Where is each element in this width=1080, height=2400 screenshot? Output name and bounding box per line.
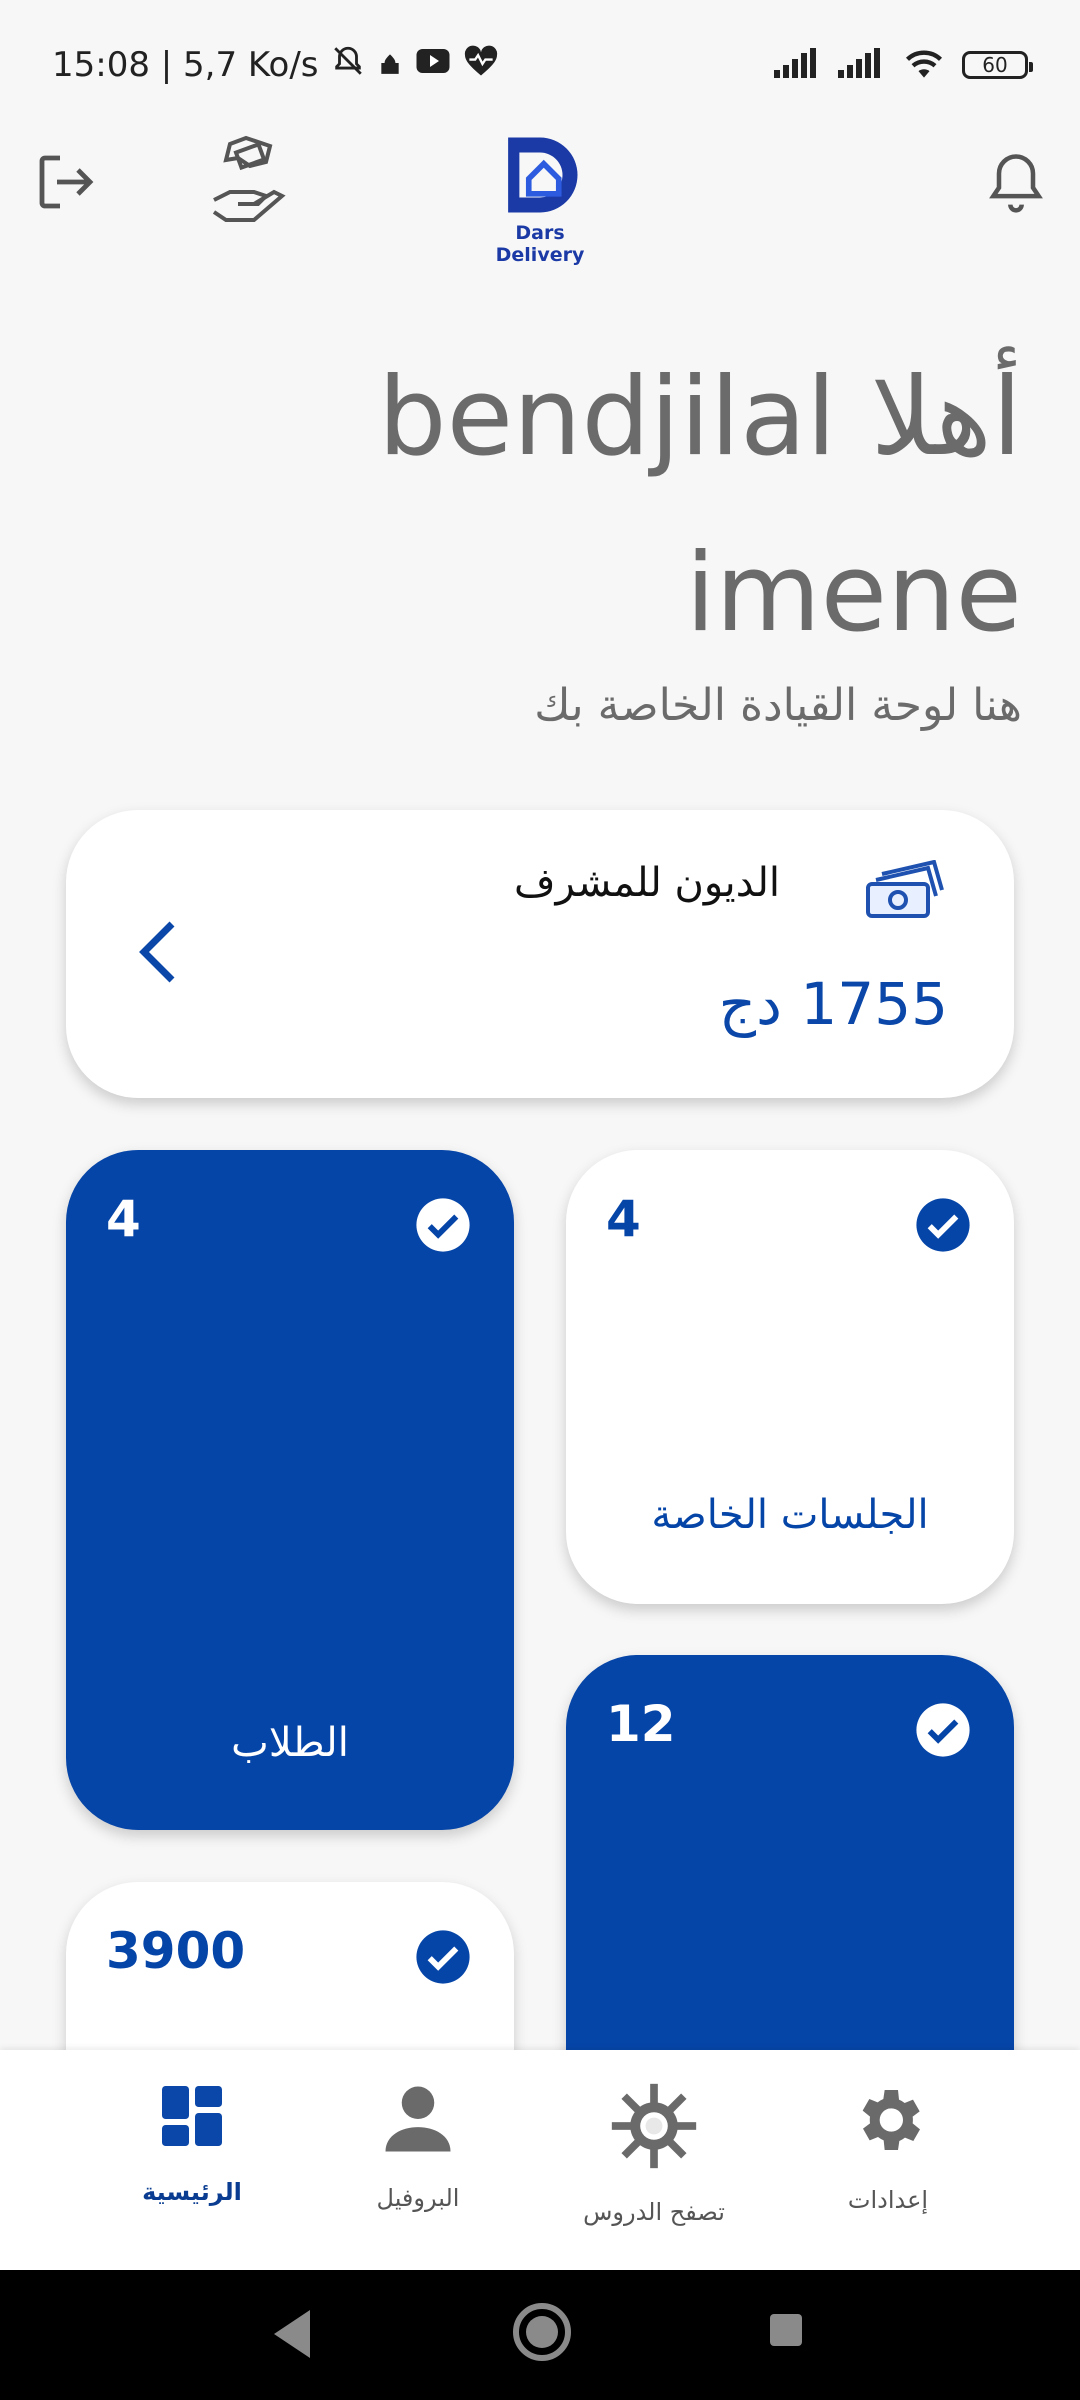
signal-icon-2	[838, 48, 886, 82]
wifi-icon	[902, 46, 946, 84]
nav-label-settings: إعدادات	[847, 2186, 929, 2214]
logo-text: Dars Delivery	[495, 222, 585, 266]
stat-count-12: 12	[606, 1695, 676, 1753]
app-screen: 15:08 | 5,7 Ko/s 60 Dars Delivery أهلا b…	[0, 0, 1080, 2400]
status-time: 15:08 | 5,7 Ko/s	[52, 45, 319, 85]
private-sessions-label: الجلسات الخاصة	[651, 1492, 929, 1538]
students-count: 4	[106, 1190, 141, 1248]
students-card[interactable]: 4 الطلاب	[66, 1150, 514, 1830]
nav-label-home: الرئيسية	[142, 2178, 242, 2206]
battery-indicator: 60	[962, 51, 1033, 79]
youtube-icon	[415, 45, 451, 85]
private-sessions-count: 4	[606, 1190, 641, 1248]
system-navigation-bar	[0, 2270, 1080, 2400]
check-circle-icon	[414, 1928, 472, 1990]
bottom-navigation: الرئيسية البروفيل تصفح الدروس إعدادات	[0, 2050, 1080, 2270]
debt-amount: 1755 دج	[718, 970, 948, 1038]
dashboard-subtitle: هنا لوحة القيادة الخاصة بك	[534, 680, 1022, 731]
greeting: أهلا bendjilal imene	[82, 330, 1022, 682]
logout-icon[interactable]	[28, 144, 104, 220]
nav-item-browse-lessons[interactable]: تصفح الدروس	[544, 2080, 764, 2250]
mosque-icon	[377, 45, 403, 85]
recents-icon[interactable]	[768, 2312, 804, 2352]
settings-icon	[848, 2090, 928, 2164]
nav-label-profile: البروفيل	[376, 2184, 460, 2212]
heart-rate-icon	[463, 45, 499, 86]
nav-item-home[interactable]: الرئيسية	[82, 2080, 302, 2250]
debt-title: الديون للمشرف	[514, 860, 780, 906]
students-label: الطلاب	[231, 1720, 349, 1766]
private-sessions-card[interactable]: 4 الجلسات الخاصة	[566, 1150, 1014, 1604]
greeting-line-2: imene	[685, 531, 1022, 656]
notification-bell-icon[interactable]	[978, 144, 1054, 220]
status-right: 60	[774, 46, 1033, 84]
home-icon[interactable]	[512, 2302, 572, 2366]
app-logo: Dars Delivery	[470, 130, 610, 266]
signal-icon	[774, 48, 822, 82]
nav-label-browse-lessons: تصفح الدروس	[583, 2198, 725, 2226]
supervisor-debt-card[interactable]: الديون للمشرف 1755 دج	[66, 810, 1014, 1098]
cash-icon	[864, 859, 948, 928]
stat-count-3900: 3900	[106, 1922, 246, 1980]
person-icon	[379, 2086, 457, 2162]
greeting-line-1: أهلا bendjilal	[378, 355, 1022, 480]
nav-item-settings[interactable]: إعدادات	[778, 2080, 998, 2250]
dashboard-icon	[156, 2086, 228, 2156]
status-left: 15:08 | 5,7 Ko/s	[52, 44, 499, 87]
check-circle-icon	[914, 1701, 972, 1763]
gear-cluster-icon	[608, 2083, 700, 2176]
nav-item-profile[interactable]: البروفيل	[308, 2080, 528, 2250]
app-bar: Dars Delivery	[0, 130, 1080, 270]
payment-handshake-icon[interactable]	[200, 130, 300, 230]
back-icon[interactable]	[270, 2306, 314, 2366]
status-bar: 15:08 | 5,7 Ko/s 60	[0, 0, 1080, 130]
check-circle-icon	[414, 1196, 472, 1258]
check-circle-icon	[914, 1196, 972, 1258]
mute-icon	[331, 44, 365, 87]
chevron-left-icon[interactable]	[136, 920, 180, 988]
